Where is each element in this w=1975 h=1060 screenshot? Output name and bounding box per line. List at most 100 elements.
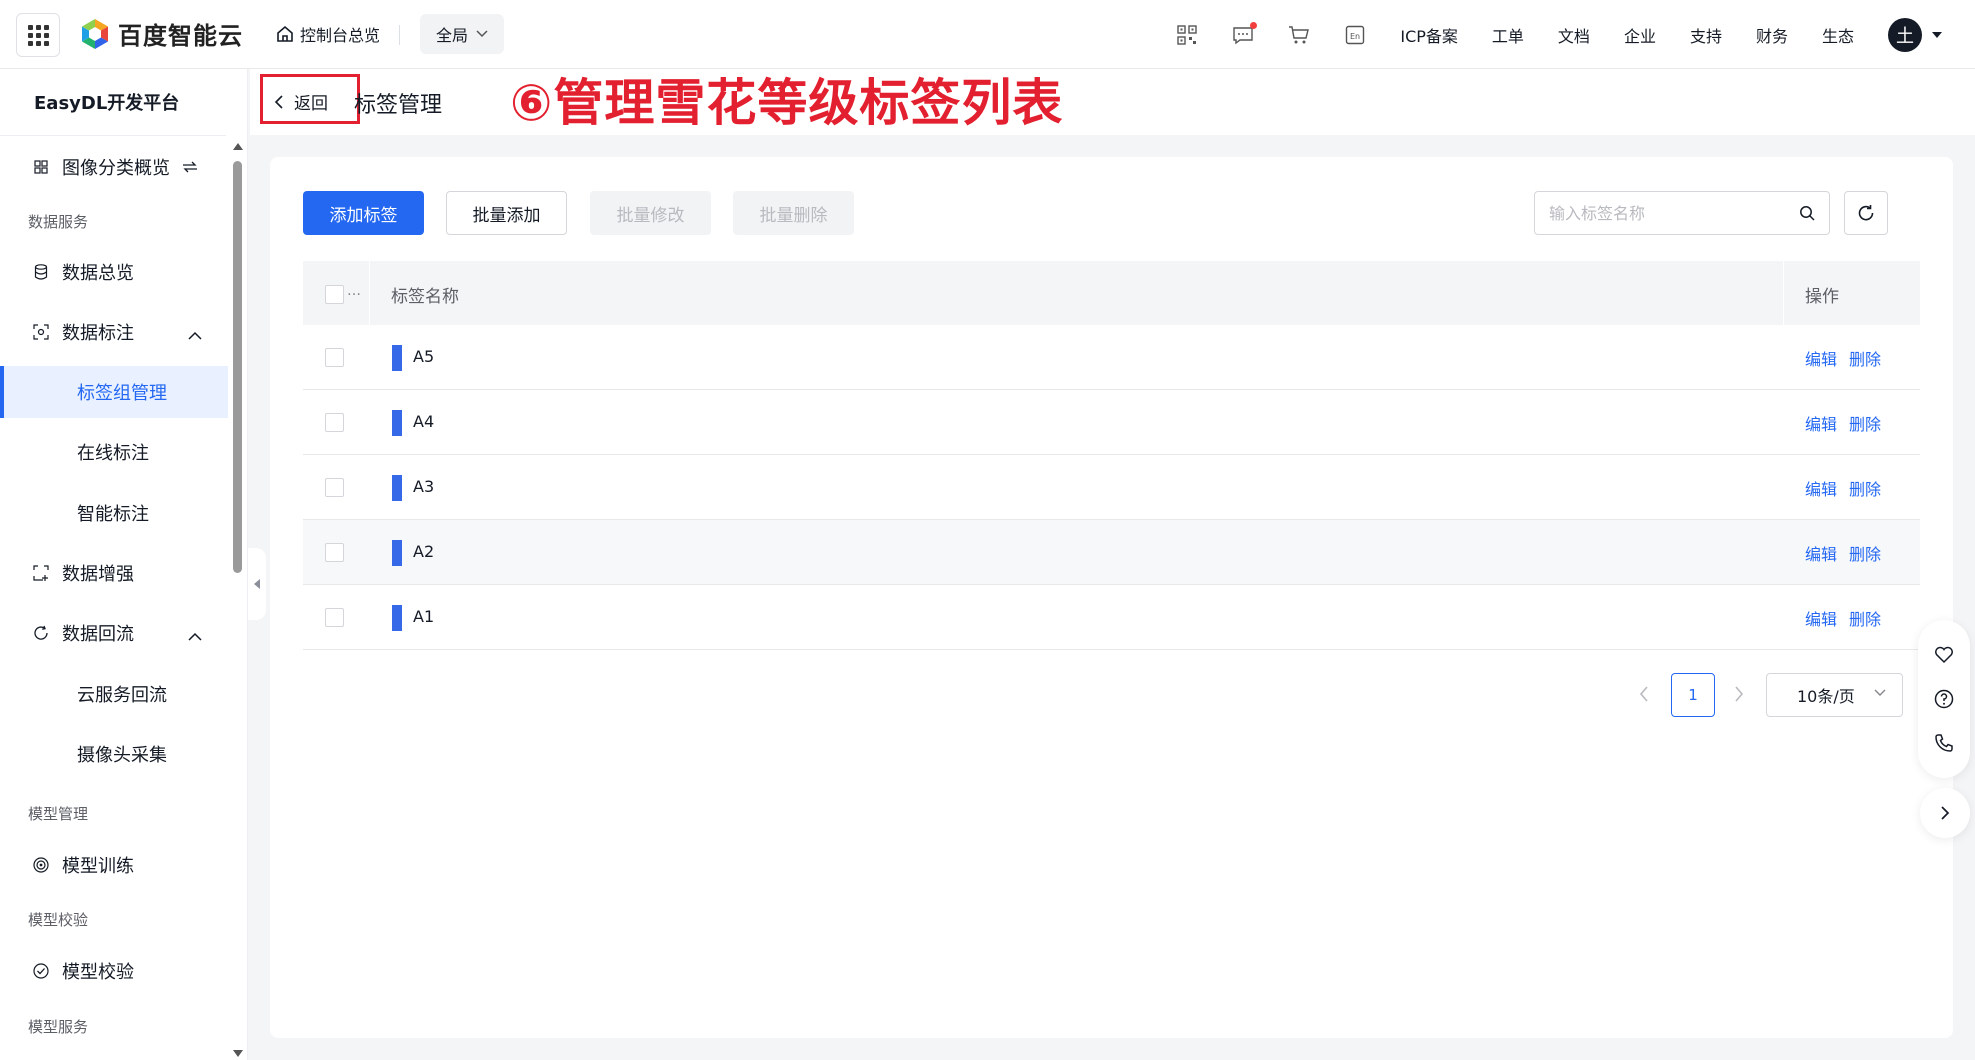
search-input[interactable]: [1549, 203, 1799, 223]
more-options-icon[interactable]: …: [347, 283, 361, 299]
label-color-swatch: [392, 475, 402, 501]
sidebar-scrollbar[interactable]: [230, 141, 244, 1059]
row-checkbox[interactable]: [325, 608, 344, 627]
chevron-up-icon[interactable]: [188, 625, 202, 646]
back-label: 返回: [294, 94, 328, 114]
scrollbar-thumb[interactable]: [233, 161, 242, 573]
page-size-value: 10条/页: [1797, 687, 1855, 706]
top-navbar: 百度智能云 控制台总览 全局 En ICP备案 工单 文档 企业 支持 财务 生…: [0, 0, 1975, 69]
sidebar-item-online-label[interactable]: 在线标注: [0, 426, 228, 478]
console-home-link[interactable]: 控制台总览: [276, 22, 380, 46]
page-size-select[interactable]: 10条/页: [1766, 673, 1903, 717]
sidebar-group-model-mgmt: 模型管理: [28, 805, 89, 823]
edit-link[interactable]: 编辑: [1805, 411, 1837, 435]
label-color-swatch: [392, 410, 402, 436]
switch-icon[interactable]: [182, 157, 198, 178]
refresh-button[interactable]: [1844, 191, 1888, 235]
sidebar-item-data-overview[interactable]: 数据总览: [0, 246, 228, 298]
edit-link[interactable]: 编辑: [1805, 476, 1837, 500]
row-checkbox[interactable]: [325, 348, 344, 367]
next-page-button[interactable]: [1733, 685, 1745, 707]
nav-divider: [399, 25, 400, 45]
batch-edit-button[interactable]: 批量修改: [590, 191, 711, 235]
delete-link[interactable]: 删除: [1849, 346, 1881, 370]
chevron-right-icon: [1735, 686, 1744, 702]
search-box[interactable]: [1534, 191, 1830, 235]
logo-text: 百度智能云: [118, 22, 243, 50]
apps-menu-button[interactable]: [16, 13, 60, 57]
sidebar-item-data-backflow[interactable]: 数据回流: [0, 607, 228, 659]
batch-add-button[interactable]: 批量添加: [446, 191, 567, 235]
select-all-checkbox[interactable]: [325, 285, 344, 304]
floating-help-bar: [1918, 620, 1970, 778]
label-table: … 标签名称 操作 A5 编辑 删除 A4 编辑 删除 A3 编辑 删除 A2 …: [303, 261, 1920, 650]
delete-link[interactable]: 删除: [1849, 541, 1881, 565]
page-number-current[interactable]: 1: [1671, 673, 1715, 717]
sidebar-group-model-service: 模型服务: [28, 1018, 89, 1036]
sidebar: EasyDL开发平台 图像分类概览 数据服务 数据总览 数据标注 标签组管理 在…: [0, 69, 248, 1060]
phone-icon[interactable]: [1933, 732, 1955, 754]
cart-icon[interactable]: [1288, 24, 1310, 46]
sidebar-item-data-augment[interactable]: 数据增强: [0, 547, 228, 599]
chevron-left-icon: [1639, 686, 1648, 702]
prev-page-button[interactable]: [1638, 685, 1650, 707]
label-name: A2: [413, 542, 435, 561]
edit-link[interactable]: 编辑: [1805, 606, 1837, 630]
sidebar-collapse-button[interactable]: [248, 548, 266, 620]
delete-link[interactable]: 删除: [1849, 606, 1881, 630]
chevron-down-icon: [1874, 689, 1886, 696]
language-icon[interactable]: En: [1344, 24, 1366, 46]
row-checkbox[interactable]: [325, 478, 344, 497]
sidebar-title: EasyDL开发平台: [34, 93, 180, 114]
search-icon[interactable]: [1799, 205, 1815, 221]
chevron-up-icon[interactable]: [188, 324, 202, 345]
expand-panel-button[interactable]: [1920, 788, 1970, 838]
batch-delete-button[interactable]: 批量删除: [733, 191, 854, 235]
nav-link-ticket[interactable]: 工单: [1492, 23, 1524, 47]
nav-link-enterprise[interactable]: 企业: [1624, 23, 1656, 47]
heart-icon[interactable]: [1933, 644, 1955, 666]
region-select[interactable]: 全局: [420, 14, 504, 54]
sidebar-item-smart-label[interactable]: 智能标注: [0, 487, 228, 539]
scroll-down-icon[interactable]: [233, 1050, 243, 1057]
help-icon[interactable]: [1933, 688, 1955, 710]
row-checkbox[interactable]: [325, 413, 344, 432]
chevron-left-icon: [274, 94, 283, 109]
add-label-button[interactable]: 添加标签: [303, 191, 424, 235]
logo[interactable]: 百度智能云: [78, 16, 243, 51]
nav-link-support[interactable]: 支持: [1690, 23, 1722, 47]
avatar-caret-icon[interactable]: [1932, 31, 1942, 38]
nav-link-ecosystem[interactable]: 生态: [1822, 23, 1854, 47]
back-button[interactable]: 返回: [274, 89, 328, 114]
column-header-name: 标签名称: [391, 287, 459, 307]
augment-icon: [32, 564, 50, 582]
qrcode-icon[interactable]: [1176, 24, 1198, 46]
sidebar-item-model-verify[interactable]: 模型校验: [0, 945, 228, 997]
sidebar-item-label: 数据回流: [62, 624, 134, 645]
top-right-menu: En ICP备案 工单 文档 企业 支持 财务 生态 土: [1176, 0, 1975, 69]
edit-link[interactable]: 编辑: [1805, 541, 1837, 565]
edit-link[interactable]: 编辑: [1805, 346, 1837, 370]
sidebar-group-model-verify: 模型校验: [28, 911, 89, 929]
sidebar-item-data-label[interactable]: 数据标注: [0, 306, 228, 358]
label-name: A4: [413, 412, 435, 431]
unread-dot: [1250, 21, 1258, 29]
message-icon[interactable]: [1232, 21, 1258, 46]
row-checkbox[interactable]: [325, 543, 344, 562]
page-header: 返回 标签管理 ⑥管理雪花等级标签列表: [250, 69, 1975, 135]
label-color-swatch: [392, 345, 402, 371]
sidebar-item-cloud-backflow[interactable]: 云服务回流: [0, 668, 228, 720]
nav-link-icp[interactable]: ICP备案: [1400, 23, 1458, 47]
nav-link-finance[interactable]: 财务: [1756, 23, 1788, 47]
sidebar-item-camera-collect[interactable]: 摄像头采集: [0, 728, 228, 780]
sidebar-item-label: 图像分类概览: [62, 158, 170, 179]
avatar[interactable]: 土: [1888, 17, 1922, 52]
sidebar-item-label-group-mgmt[interactable]: 标签组管理: [0, 366, 228, 418]
sidebar-item-model-train[interactable]: 模型训练: [0, 839, 228, 891]
sidebar-group-data-service: 数据服务: [28, 213, 89, 231]
sidebar-item-overview[interactable]: 图像分类概览: [0, 141, 228, 193]
nav-link-docs[interactable]: 文档: [1558, 23, 1590, 47]
scroll-up-icon[interactable]: [233, 143, 243, 150]
delete-link[interactable]: 删除: [1849, 476, 1881, 500]
delete-link[interactable]: 删除: [1849, 411, 1881, 435]
